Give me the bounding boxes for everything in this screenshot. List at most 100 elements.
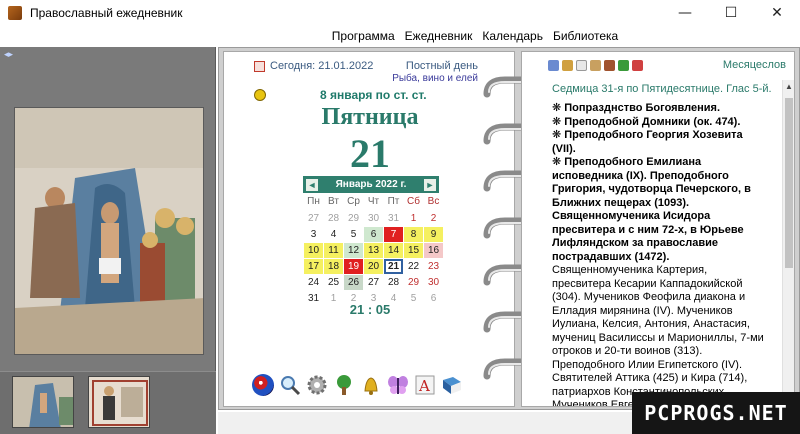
calendar-icon (254, 60, 265, 72)
church-icon[interactable] (632, 60, 643, 71)
menologion-link[interactable]: Месяцеслов (723, 59, 786, 71)
calendar-day[interactable]: 5 (344, 227, 363, 242)
today-label: Сегодня: 21.01.2022 (270, 60, 374, 72)
calendar-day[interactable]: 31 (384, 211, 403, 226)
cross-icon[interactable] (590, 60, 601, 71)
weekday-title: Пятница (321, 104, 419, 130)
menu-calendar[interactable]: Календарь (482, 29, 543, 43)
weekday-header: Чт (367, 196, 380, 207)
calendar-day[interactable]: 28 (384, 275, 403, 290)
saint-entry-regular: Священномученика Картерия, пресвитера Ке… (552, 264, 764, 407)
saints-list: ❋ Попразднство Богоявления. ❋ Преподобно… (552, 102, 764, 407)
saint-icon[interactable] (604, 60, 615, 71)
window-title: Православный ежедневник (30, 6, 183, 20)
calendar-day[interactable]: 17 (304, 259, 323, 274)
calendar-day[interactable]: 29 (344, 211, 363, 226)
calendar-day[interactable]: 25 (324, 275, 343, 290)
calendar-day[interactable]: 26 (344, 275, 363, 290)
weekday-header: Ср (347, 196, 360, 207)
calendar-day[interactable]: 21 (384, 259, 403, 274)
day-page: Сегодня: 21.01.2022 Постный день Рыба, в… (223, 51, 515, 407)
gear-icon[interactable] (306, 374, 328, 396)
maximize-button[interactable]: ☐ (708, 0, 754, 26)
calendar-day[interactable]: 16 (424, 243, 443, 258)
calendar-day[interactable]: 27 (304, 211, 323, 226)
book-small-icon[interactable] (562, 60, 573, 71)
today-link[interactable]: Сегодня: 21.01.2022 (254, 60, 373, 72)
calendar-day[interactable]: 11 (324, 243, 343, 258)
calendar-day[interactable]: 13 (364, 243, 383, 258)
calendar-day[interactable]: 28 (324, 211, 343, 226)
prev-month-button[interactable]: ◄ (306, 178, 318, 191)
tree-icon[interactable] (333, 374, 355, 396)
next-month-button[interactable]: ► (424, 178, 436, 191)
calendar-day[interactable]: 15 (404, 243, 423, 258)
scroll-up-arrow[interactable]: ▲ (783, 82, 794, 91)
calendar-day[interactable]: 19 (344, 259, 363, 274)
saints-scrollbar[interactable]: ▲ ▼ (782, 80, 794, 406)
weekday-header: Сб (407, 196, 420, 207)
weekday-header: Вт (328, 196, 339, 207)
scroll-thumb[interactable] (785, 98, 793, 268)
calendar-day[interactable]: 9 (424, 227, 443, 242)
calendar-day[interactable]: 23 (424, 259, 443, 274)
calendar-header: ◄ Январь 2022 г. ► (303, 176, 439, 193)
calendar-day[interactable]: 18 (324, 259, 343, 274)
calendar-grid: Пн Вт Ср Чт Пт Сб Вс 27 28 29 30 31 1 2 3 4 5 6 7 8 9 10 11 12 1… (303, 193, 443, 308)
font-icon[interactable]: A (414, 374, 436, 396)
menu-program[interactable]: Программа (332, 29, 395, 43)
sun-icon[interactable] (254, 89, 266, 101)
calendar-day[interactable]: 7 (384, 227, 403, 242)
watermark: PCPROGS.NET (632, 392, 800, 434)
calendar-day[interactable]: 14 (384, 243, 403, 258)
calendar-month-label: Январь 2022 г. (335, 179, 407, 190)
saints-toolbar (548, 60, 643, 71)
globe-icon[interactable] (252, 374, 274, 396)
notes-icon[interactable] (548, 60, 559, 71)
day-number: 21 (350, 131, 390, 176)
calendar-day[interactable]: 24 (304, 275, 323, 290)
bell-icon[interactable] (360, 374, 382, 396)
baptism-icon-image (14, 107, 204, 355)
thumbnail-saint[interactable] (88, 376, 150, 428)
calendar-day[interactable]: 29 (404, 275, 423, 290)
calendar-day[interactable]: 2 (424, 211, 443, 226)
calendar-day[interactable]: 20 (364, 259, 383, 274)
calendar-day[interactable]: 27 (364, 275, 383, 290)
calendar-day[interactable]: 6 (364, 227, 383, 242)
leaf-icon[interactable] (618, 60, 629, 71)
calendar-day[interactable]: 8 (404, 227, 423, 242)
calendar-day[interactable]: 30 (424, 275, 443, 290)
weekday-header: Пн (307, 196, 320, 207)
calendar-day[interactable]: 30 (364, 211, 383, 226)
pane-arrows-icon[interactable]: ◂▸ (4, 49, 13, 60)
book-icon[interactable] (441, 374, 463, 396)
saint-entry: ❋ Попразднство Богоявления. (552, 102, 721, 114)
calendar-day[interactable]: 4 (324, 227, 343, 242)
calendar-day[interactable]: 3 (304, 227, 323, 242)
close-button[interactable]: ✕ (754, 0, 800, 26)
calendar-day[interactable]: 10 (304, 243, 323, 258)
thumbnail-baptism[interactable] (12, 376, 74, 428)
window-controls: — ☐ ✕ (662, 0, 800, 26)
app-icon (8, 6, 22, 20)
calendar-day[interactable]: 1 (404, 211, 423, 226)
menu-diary[interactable]: Ежедневник (405, 29, 473, 43)
fast-food-label: Рыба, вино и елей (392, 73, 478, 84)
menu-library[interactable]: Библиотека (553, 29, 618, 43)
diary-binder: Сегодня: 21.01.2022 Постный день Рыба, в… (218, 47, 800, 410)
pen-icon[interactable] (576, 60, 587, 71)
weekday-header: Пт (387, 196, 400, 207)
clock-time: 21 : 05 (349, 302, 391, 317)
saint-entry: ❋ Преподобного Емилиана исповедника (IX)… (552, 156, 751, 263)
icon-pane: ◂▸ (0, 47, 216, 434)
minimize-button[interactable]: — (662, 0, 708, 26)
saint-entry: ❋ Преподобного Георгия Хозевита (VII). (552, 129, 743, 155)
fast-day-label: Постный день (405, 60, 478, 72)
weekday-header: Вс (427, 196, 440, 207)
calendar-day[interactable]: 22 (404, 259, 423, 274)
calendar-day[interactable]: 12 (344, 243, 363, 258)
butterfly-icon[interactable] (387, 374, 409, 396)
magnifier-icon[interactable] (279, 374, 301, 396)
month-calendar: ◄ Январь 2022 г. ► Пн Вт Ср Чт Пт Сб Вс 27 28 29 3… (303, 176, 443, 308)
